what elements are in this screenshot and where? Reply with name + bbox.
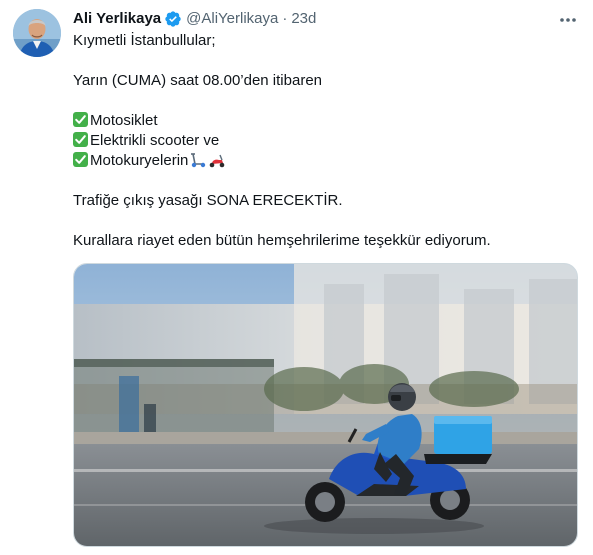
list-item-label: Motokuryelerin (90, 152, 189, 169)
author-handle[interactable]: @AliYerlikaya (186, 9, 278, 29)
announcement-line: Yarın (CUMA) saat 08.00’den itibaren (73, 72, 323, 89)
tweet-header: Ali Yerlikaya @AliYerlikaya · 23d (73, 9, 316, 29)
greeting-line: Kıymetli İstanbullular; (73, 32, 216, 49)
check-mark-emoji-icon (73, 112, 88, 127)
author-name[interactable]: Ali Yerlikaya (73, 9, 161, 29)
courier-on-scooter-photo[interactable] (73, 263, 578, 547)
list-item: Motokuryelerin (73, 151, 578, 171)
more-options-icon[interactable] (556, 8, 580, 32)
statement-line: Trafiğe çıkış yasağı SONA ERECEKTİR. (73, 192, 343, 209)
tweet: Ali Yerlikaya @AliYerlikaya · 23d Kıymet… (0, 0, 593, 555)
avatar[interactable] (13, 9, 61, 57)
motor-scooter-emoji-icon (208, 152, 226, 174)
check-mark-emoji-icon (73, 152, 88, 167)
list-item-label: Motosiklet (90, 112, 158, 129)
verified-badge-icon (164, 10, 182, 28)
timestamp[interactable]: 23d (291, 9, 316, 29)
check-mark-emoji-icon (73, 132, 88, 147)
list-item: Motosiklet (73, 111, 578, 131)
thanks-line: Kurallara riayet eden bütün hemşehrileri… (73, 232, 491, 249)
kick-scooter-emoji-icon (189, 152, 207, 174)
list-item-label: Elektrikli scooter ve (90, 132, 220, 149)
list-item: Elektrikli scooter ve (73, 131, 578, 151)
tweet-text: Kıymetli İstanbullular; Yarın (CUMA) saa… (73, 31, 578, 251)
separator-dot: · (282, 10, 288, 27)
